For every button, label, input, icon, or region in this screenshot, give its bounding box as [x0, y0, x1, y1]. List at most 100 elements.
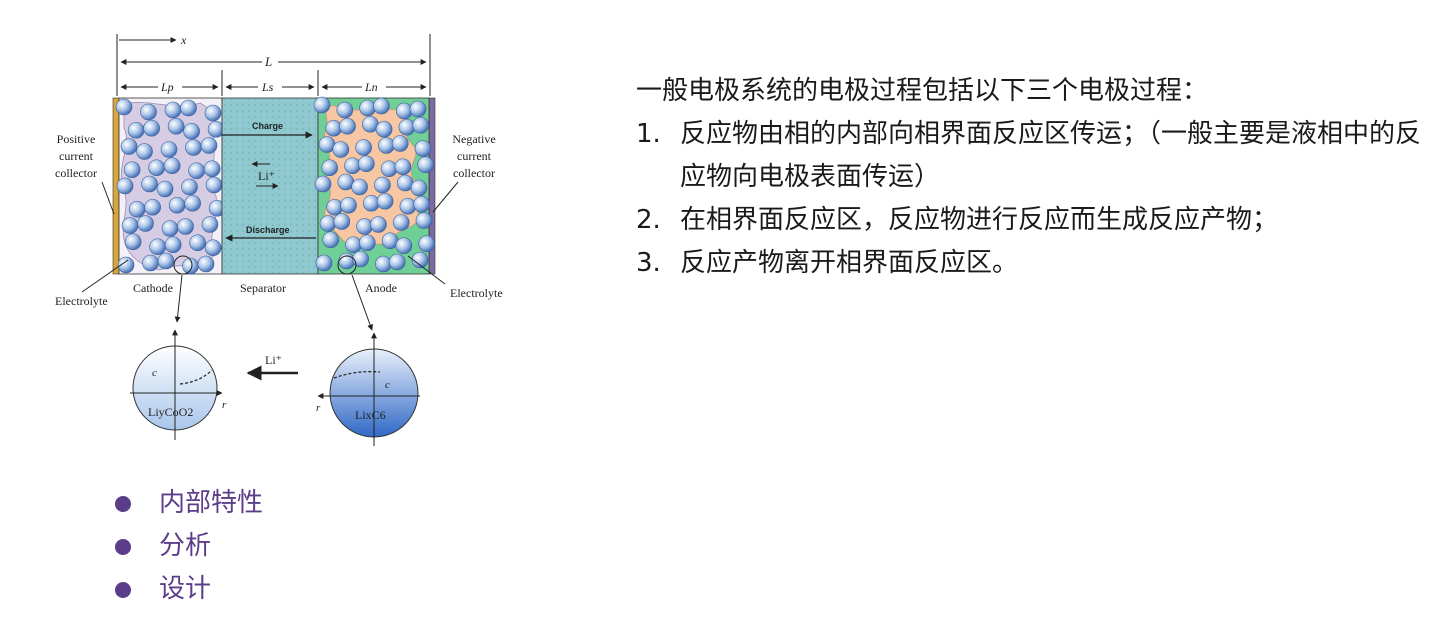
active-particle [413, 195, 431, 213]
active-particle [314, 175, 332, 193]
active-particle [189, 234, 206, 252]
negative-collector-label-1: Negative [452, 132, 495, 146]
battery-diagram: x L Lp Ls Ln Charge Discharge Li⁺ Positi… [55, 33, 503, 446]
total-length-label: L [264, 54, 272, 69]
discharge-label: Discharge [246, 225, 290, 235]
active-particle [332, 141, 350, 158]
active-particle [164, 101, 182, 119]
active-particle [167, 117, 185, 135]
x-axis-label: x [180, 33, 187, 47]
active-particle [148, 159, 165, 177]
bullet-text: 分析 [159, 531, 212, 561]
electrode-process-text: 一般电极系统的电极过程包括以下三个电极过程： 1. 反应物由相的内部向相界面反应区… [636, 70, 1426, 285]
negative-collector-label-2: current [457, 149, 492, 163]
electrolyte-left-label: Electrolyte [55, 294, 108, 308]
active-particle [398, 118, 416, 136]
item-text: 反应产物离开相界面反应区。 [680, 248, 1019, 278]
anode-label: Anode [365, 281, 397, 295]
cathode-r-axis: r [222, 399, 227, 411]
active-particle [325, 119, 343, 137]
process-list: 1. 反应物由相的内部向相界面反应区传运；（一般主要是液相中的反应物向电极表面传运… [636, 113, 1426, 285]
bullet-item: 分析 [115, 525, 263, 568]
active-particle [144, 198, 161, 216]
active-particle [392, 214, 410, 231]
active-particle [168, 196, 186, 214]
active-particle [115, 98, 133, 116]
active-particle [127, 121, 145, 139]
active-particle [409, 100, 427, 118]
bullet-item: 内部特性 [115, 482, 263, 525]
active-particle [183, 122, 200, 140]
active-particle [391, 135, 409, 152]
active-particle [137, 215, 154, 232]
active-particle [352, 250, 369, 268]
active-particle [163, 157, 181, 175]
item-number: 3. [636, 248, 661, 278]
active-particle [204, 104, 222, 122]
active-particle [345, 236, 362, 254]
cathode-material-label: LiyCoO2 [148, 405, 193, 419]
active-particle [141, 175, 158, 193]
active-particle [315, 254, 333, 272]
cathode-particle-sphere [130, 329, 223, 440]
bullet-text: 内部特性 [159, 488, 264, 518]
active-particle [156, 180, 174, 198]
intro-line: 一般电极系统的电极过程包括以下三个电极过程： [636, 76, 1209, 106]
bullet-item: 设计 [115, 568, 263, 611]
anode-length-label: Ln [364, 80, 378, 94]
anode-conc-label: c [385, 379, 390, 391]
bullet-text: 设计 [159, 574, 212, 604]
anode-material-label: LixC6 [355, 408, 386, 422]
active-particle [418, 235, 436, 253]
active-particle [355, 139, 372, 156]
electrolyte-right-label: Electrolyte [450, 286, 503, 300]
active-particle [326, 198, 344, 216]
positive-collector-label-3: collector [55, 166, 97, 180]
active-particle [340, 196, 357, 214]
active-particle [395, 102, 413, 120]
active-particle [185, 139, 202, 156]
process-item: 2. 在相界面反应区，反应物进行反应而生成反应产物； [636, 199, 1426, 242]
process-item: 1. 反应物由相的内部向相界面反应区传运；（一般主要是液相中的反应物向电极表面传运… [636, 113, 1426, 199]
cathode-label: Cathode [133, 281, 173, 295]
active-particle [188, 162, 205, 180]
active-particle [375, 120, 393, 138]
active-particle [149, 238, 166, 256]
active-particle [412, 116, 430, 134]
active-particle [313, 96, 331, 114]
active-particle [333, 213, 351, 230]
active-particle [374, 176, 391, 194]
active-particle [140, 103, 157, 121]
active-particle [351, 178, 368, 196]
active-particle [338, 252, 356, 270]
active-particle [370, 216, 387, 233]
bullet-dot-icon [115, 495, 131, 512]
active-particle [180, 99, 197, 117]
active-particle [417, 156, 435, 174]
item-number: 2. [636, 205, 661, 235]
separator-length-label: Ls [261, 80, 274, 94]
li-between-label: Li⁺ [265, 353, 282, 367]
active-particle [415, 212, 433, 229]
active-particle [322, 231, 340, 249]
active-particle [356, 218, 373, 235]
active-particle [414, 140, 432, 157]
item-text: 反应物由相的内部向相界面反应区传运；（一般主要是液相中的反应物向电极表面传运） [680, 119, 1422, 192]
active-particle [164, 236, 182, 254]
active-particle [336, 101, 354, 119]
negative-collector-label-3: collector [453, 166, 495, 180]
process-item: 3. 反应产物离开相界面反应区。 [636, 242, 1426, 285]
active-particle [357, 155, 375, 173]
active-particle [373, 97, 390, 115]
active-particle [123, 161, 141, 179]
anode-particle-sphere [317, 332, 420, 446]
active-particle [204, 239, 222, 257]
active-particle [124, 233, 142, 251]
cathode-conc-label: c [152, 367, 157, 379]
charge-label: Charge [252, 121, 283, 131]
active-particle [394, 158, 412, 176]
active-particle [128, 200, 146, 218]
active-particle [120, 138, 138, 155]
active-particle [181, 178, 198, 196]
bullet-dot-icon [115, 581, 131, 598]
